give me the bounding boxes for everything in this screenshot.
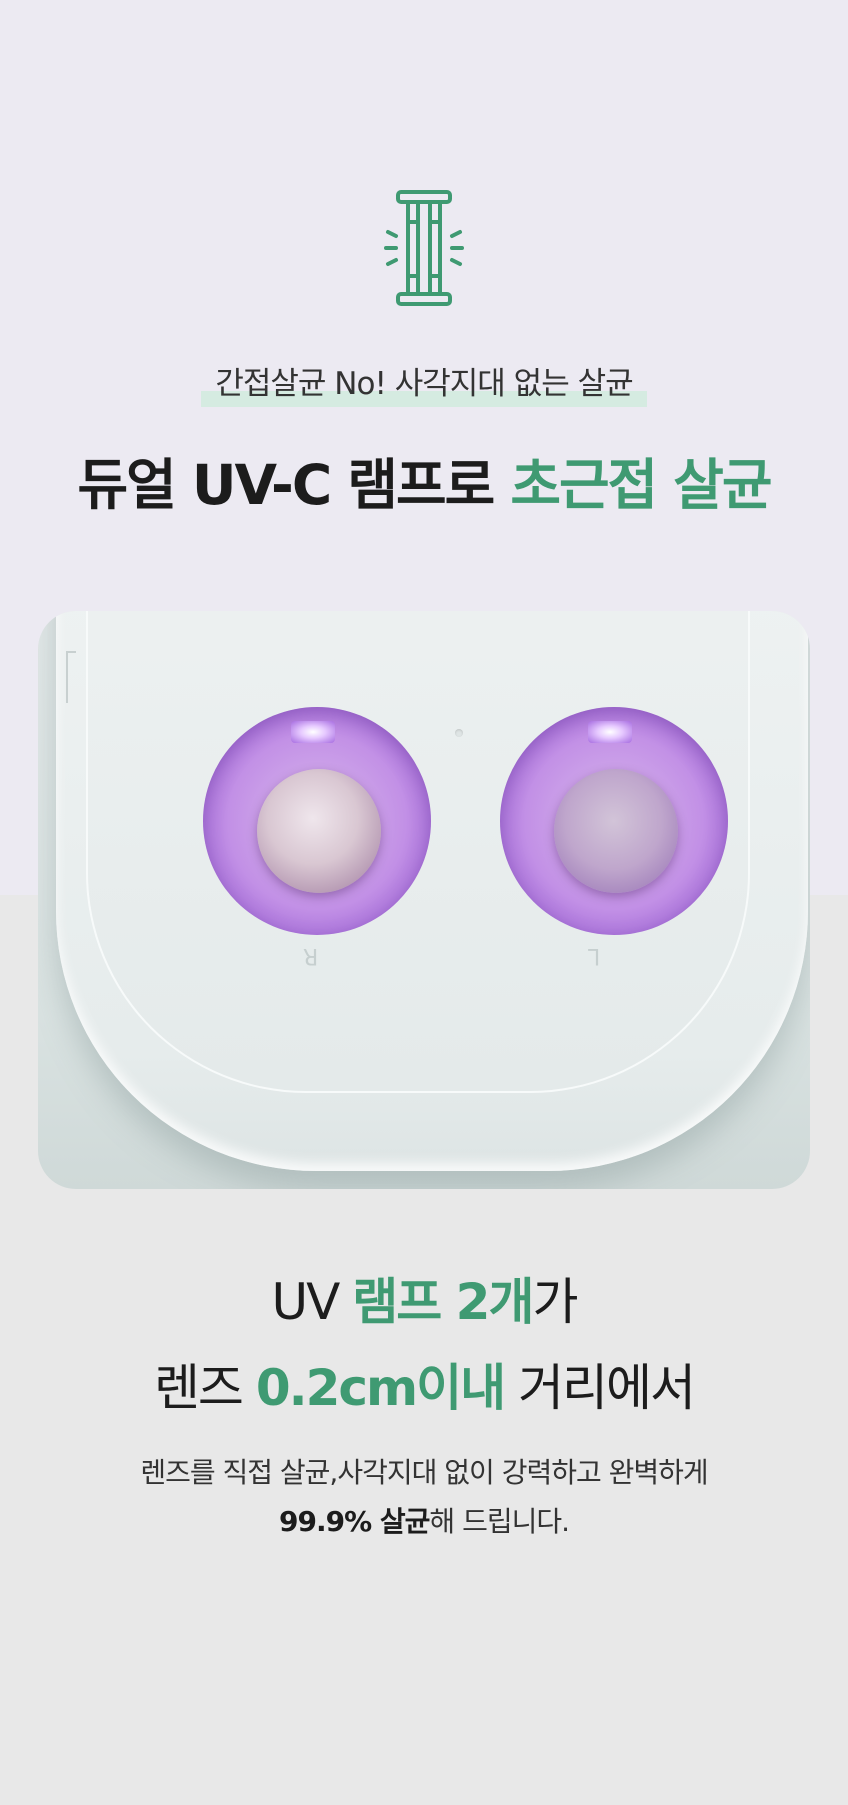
description-line-1: 렌즈를 직접 살균,사각지대 없이 강력하고 완벽하게 (140, 1456, 708, 1489)
subtitle-text: 간접살균 No! 사각지대 없는 살균 (215, 366, 633, 402)
contact-lens (554, 769, 678, 893)
headline-main: 듀얼 UV-C 램프로 (77, 453, 511, 517)
feature-line-2-pre: 렌즈 (153, 1359, 256, 1417)
feature-line-2: 렌즈 0.2cm이내 거리에서 (0, 1348, 848, 1420)
right-eye-mark: R (303, 943, 319, 968)
sensor-dot (455, 729, 463, 737)
feature-line-2-post: 거리에서 (504, 1359, 696, 1417)
subtitle-container: 간접살균 No! 사각지대 없는 살균 (0, 358, 848, 407)
product-photo: R L (38, 611, 810, 1189)
device-clip (66, 651, 76, 703)
feature-line-1: UV 램프 2개가 (0, 1262, 848, 1334)
left-eye-mark: L (588, 943, 601, 968)
description-bold: 99.9% 살균 (278, 1505, 430, 1538)
description-line-2: 99.9% 살균해 드립니다. (0, 1500, 848, 1540)
feature-line-1-post: 가 (532, 1273, 578, 1331)
uv-led (291, 721, 335, 743)
contact-lens (257, 769, 381, 893)
lens-well-left-eye (500, 707, 728, 935)
lens-well-right-eye (203, 707, 431, 935)
feature-line-1-pre: UV (271, 1273, 353, 1331)
uv-led (588, 721, 632, 743)
sterilizer-device: R L (56, 611, 808, 1171)
subtitle: 간접살균 No! 사각지대 없는 살균 (201, 358, 647, 407)
feature-line-2-accent: 0.2cm이내 (255, 1359, 506, 1417)
headline: 듀얼 UV-C 램프로 초근접 살균 (0, 440, 848, 520)
device-tray: R L (86, 611, 750, 1093)
headline-accent: 초근접 살균 (510, 453, 772, 517)
feature-line-1-accent: 램프 2개 (352, 1273, 534, 1331)
uv-lamp-icon (384, 190, 464, 306)
description-rest: 해 드립니다. (429, 1505, 570, 1538)
